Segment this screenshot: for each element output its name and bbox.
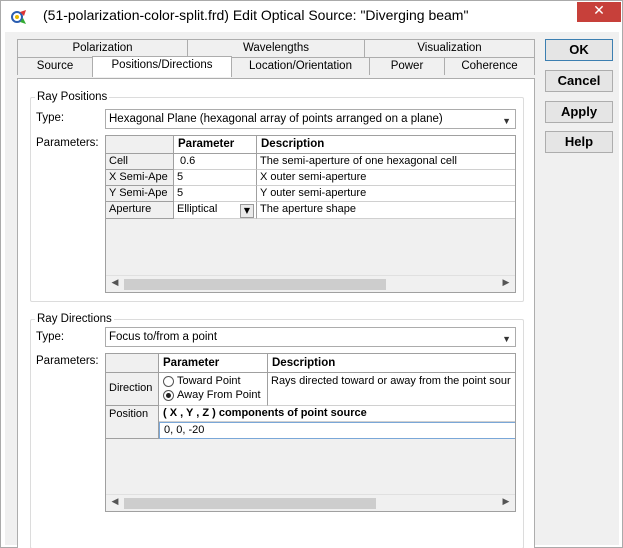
tab-wavelengths[interactable]: Wavelengths: [187, 39, 365, 57]
position-input[interactable]: 0, 0, -20: [159, 422, 515, 439]
away-from-point-label[interactable]: Away From Point: [177, 388, 261, 402]
ray-directions-type-select[interactable]: Focus to/from a point ▼: [105, 327, 516, 347]
toward-point-label[interactable]: Toward Point: [177, 374, 241, 388]
ray-directions-grid[interactable]: Parameter Description Direction Toward P…: [105, 353, 516, 512]
ray-positions-type-label: Type:: [36, 112, 65, 124]
scroll-thumb[interactable]: [124, 498, 376, 509]
help-button[interactable]: Help: [545, 131, 613, 153]
close-icon[interactable]: ✕: [577, 2, 621, 22]
ray-positions-grid[interactable]: Parameter Description Cell 0.6 The semi-…: [105, 135, 516, 293]
apply-button[interactable]: Apply: [545, 101, 613, 123]
ray-positions-hscroll[interactable]: ◀ ▶: [106, 275, 515, 292]
grid-corner: [106, 354, 159, 373]
toward-point-radio[interactable]: [163, 376, 174, 387]
ray-positions-type-select[interactable]: Hexagonal Plane (hexagonal array of poin…: [105, 109, 516, 129]
ray-directions-type-value: Focus to/from a point: [109, 331, 218, 343]
aperture-value: Elliptical: [177, 203, 218, 215]
row-label-cell: Cell: [106, 154, 174, 170]
chevron-down-icon[interactable]: ▼: [240, 204, 254, 218]
cancel-button[interactable]: Cancel: [545, 70, 613, 92]
row-label-position: Position: [106, 406, 159, 439]
chevron-down-icon: ▼: [502, 334, 511, 344]
grid-header-description: Description: [268, 354, 515, 373]
ok-button[interactable]: OK: [545, 39, 613, 61]
positions-directions-panel: Ray Positions Type: Hexagonal Plane (hex…: [17, 78, 535, 548]
scroll-left-icon[interactable]: ◀: [108, 497, 122, 507]
tab-visualization[interactable]: Visualization: [364, 39, 535, 57]
title-bar[interactable]: (51-polarization-color-split.frd) Edit O…: [1, 1, 622, 32]
grid-header-parameter: Parameter: [174, 136, 257, 154]
cell-value-input[interactable]: 0.6: [174, 154, 257, 170]
y-semi-ape-description: Y outer semi-aperture: [257, 186, 515, 202]
optical-source-icon: [11, 10, 26, 24]
scroll-thumb[interactable]: [124, 279, 386, 290]
position-header: ( X , Y , Z ) components of point source: [159, 406, 515, 422]
row-label-x-semi-ape: X Semi-Ape: [106, 170, 174, 186]
tab-location-orientation[interactable]: Location/Orientation: [231, 57, 370, 75]
row-label-y-semi-ape: Y Semi-Ape: [106, 186, 174, 202]
ray-directions-type-label: Type:: [36, 331, 65, 343]
row-label-direction: Direction: [106, 373, 159, 406]
aperture-description: The aperture shape: [257, 202, 515, 219]
row-label-aperture: Aperture: [106, 202, 174, 219]
scroll-right-icon[interactable]: ▶: [499, 497, 513, 507]
dialog-window: (51-polarization-color-split.frd) Edit O…: [0, 0, 623, 548]
tab-power[interactable]: Power: [369, 57, 445, 75]
tab-source[interactable]: Source: [17, 57, 93, 75]
ray-positions-params-label: Parameters:: [36, 137, 99, 149]
tab-coherence[interactable]: Coherence: [444, 57, 535, 75]
y-semi-ape-value-input[interactable]: 5: [174, 186, 257, 202]
scroll-right-icon[interactable]: ▶: [499, 278, 513, 288]
grid-header-description: Description: [257, 136, 515, 154]
window-title: (51-polarization-color-split.frd) Edit O…: [43, 7, 469, 23]
grid-header-parameter: Parameter: [159, 354, 268, 373]
tab-polarization[interactable]: Polarization: [17, 39, 188, 57]
ray-directions-params-label: Parameters:: [36, 355, 99, 367]
ray-positions-type-value: Hexagonal Plane (hexagonal array of poin…: [109, 113, 443, 125]
chevron-down-icon: ▼: [502, 116, 511, 126]
dialog-client: Polarization Wavelengths Visualization S…: [5, 32, 619, 548]
ray-directions-hscroll[interactable]: ◀ ▶: [106, 494, 515, 511]
away-from-point-radio[interactable]: [163, 390, 174, 401]
direction-description: Rays directed toward or away from the po…: [268, 373, 515, 406]
scroll-left-icon[interactable]: ◀: [108, 278, 122, 288]
ray-directions-label: Ray Directions: [35, 313, 114, 325]
direction-radio-cell: Toward Point Away From Point: [159, 373, 268, 406]
tab-positions-directions[interactable]: Positions/Directions: [92, 56, 232, 77]
ray-positions-label: Ray Positions: [35, 91, 110, 103]
x-semi-ape-description: X outer semi-aperture: [257, 170, 515, 186]
cell-description: The semi-aperture of one hexagonal cell: [257, 154, 515, 170]
x-semi-ape-value-input[interactable]: 5: [174, 170, 257, 186]
grid-corner: [106, 136, 174, 154]
